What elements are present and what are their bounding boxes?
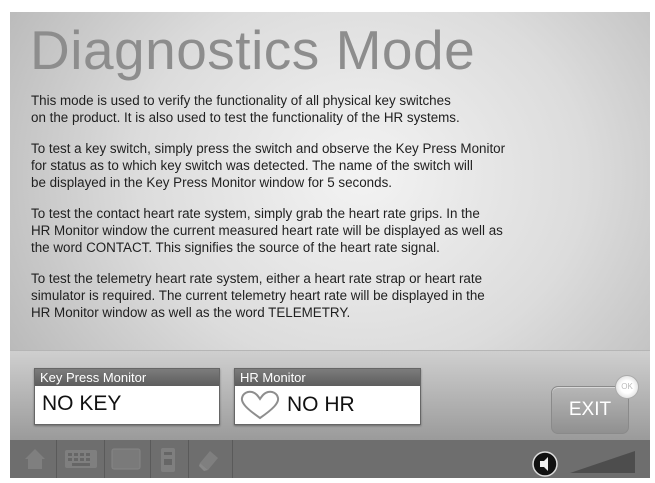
remote-icon[interactable] (160, 447, 176, 473)
key-press-monitor-value: NO KEY (42, 392, 122, 415)
instruction-paragraph: To test a key switch, simply press the s… (31, 141, 506, 190)
home-icon[interactable] (24, 447, 46, 471)
instruction-paragraph: To test the telemetry heart rate system,… (31, 271, 485, 320)
monitor-panel: Key Press Monitor NO KEY HR Monitor NO H… (10, 350, 650, 441)
instruction-paragraph: To test the contact heart rate system, s… (31, 206, 503, 255)
diagnostics-screen: Diagnostics Mode This mode is used to ve… (10, 12, 650, 478)
exit-badge-icon: OK (615, 375, 639, 399)
hr-monitor-label: HR Monitor (235, 369, 420, 386)
hr-monitor-value-row: NO HR (235, 386, 420, 420)
instructions: This mode is used to verify the function… (31, 92, 641, 335)
key-press-monitor-label: Key Press Monitor (35, 369, 219, 386)
volume-slider[interactable] (570, 450, 636, 474)
eraser-icon[interactable] (196, 447, 222, 473)
hr-monitor-value: NO HR (287, 393, 355, 416)
keyboard-icon[interactable] (64, 447, 98, 471)
tv-icon[interactable] (110, 447, 142, 471)
bottom-bar (10, 440, 650, 478)
speaker-icon[interactable] (532, 451, 562, 477)
page-title: Diagnostics Mode (30, 19, 476, 81)
key-press-monitor: Key Press Monitor NO KEY (34, 368, 220, 425)
instruction-paragraph: This mode is used to verify the function… (31, 93, 460, 125)
heart-icon (240, 390, 280, 420)
hr-monitor: HR Monitor NO HR (234, 368, 421, 425)
